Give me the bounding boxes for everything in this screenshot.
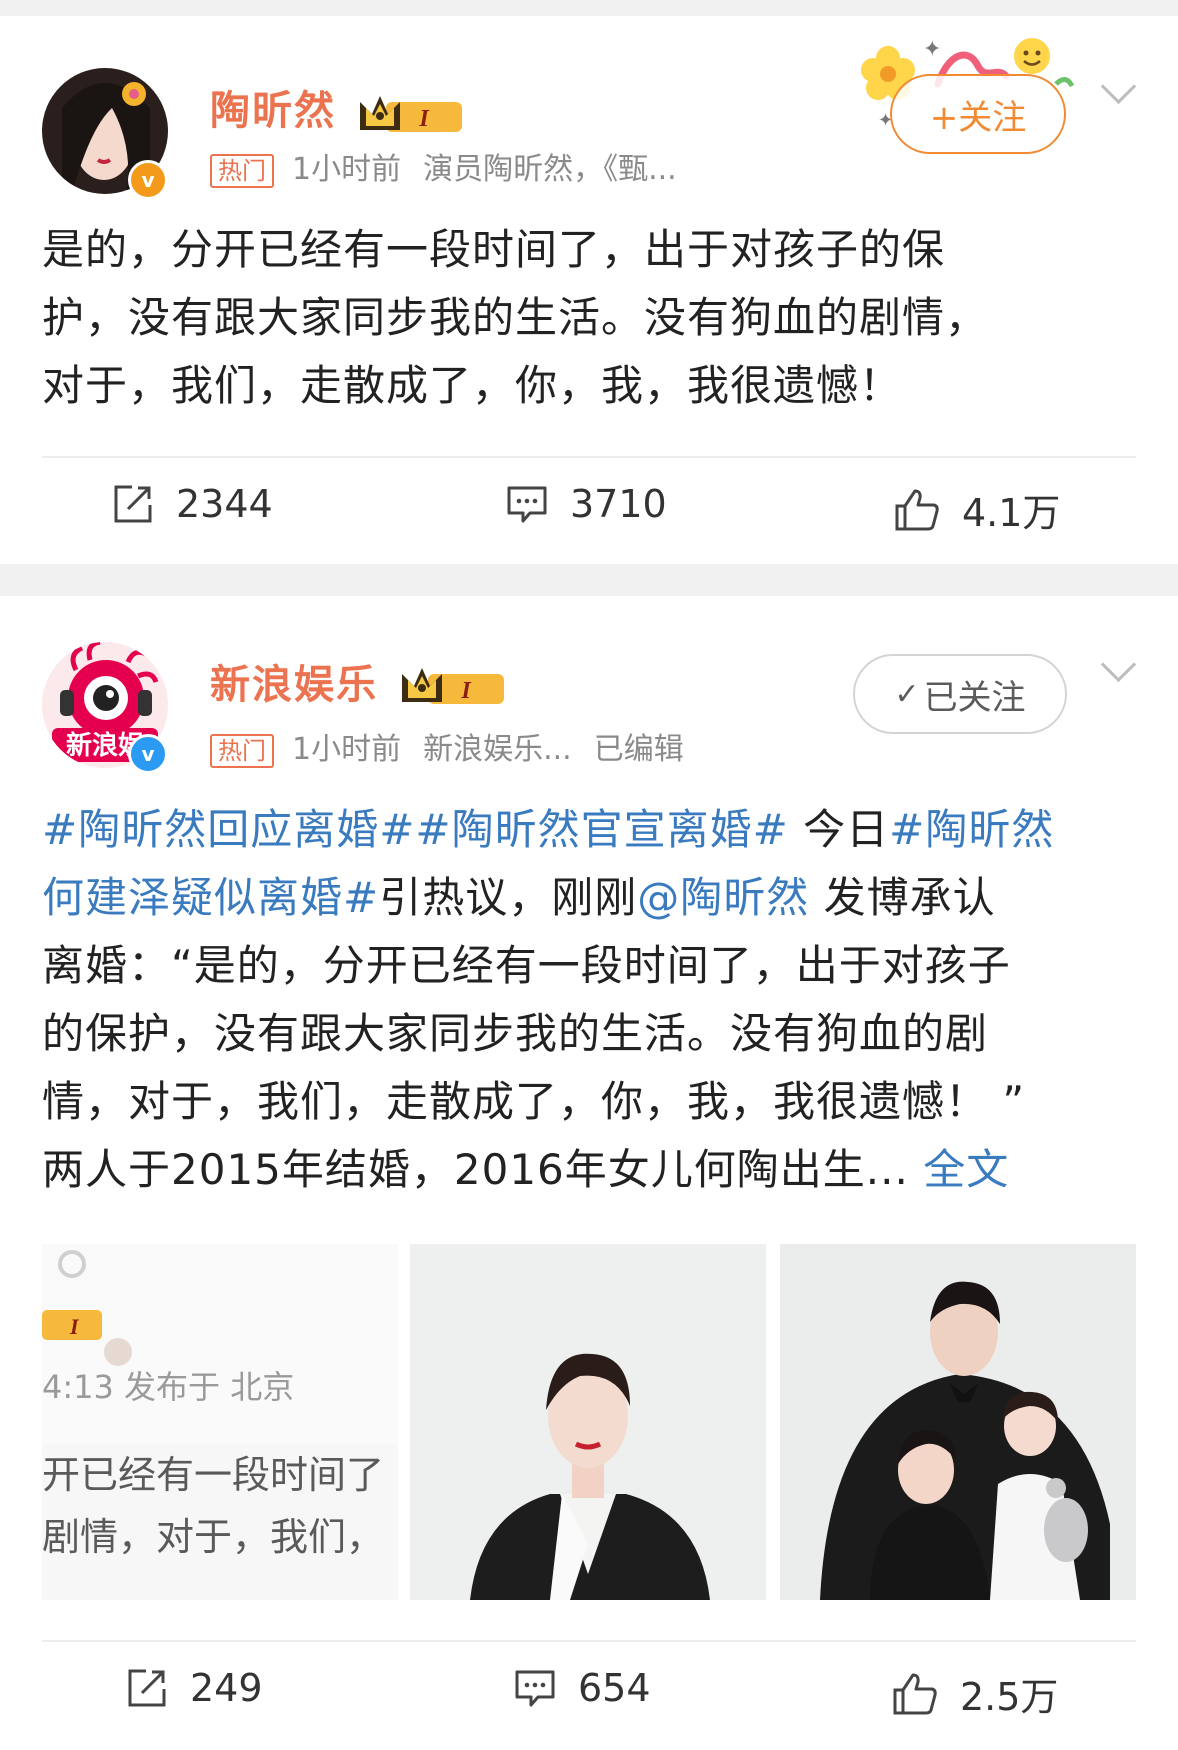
- text-line: 是的，分开已经有一段时间了，出于对孩子的保: [42, 225, 946, 274]
- comment-icon: [515, 1670, 555, 1707]
- follow-button[interactable]: +关注: [890, 74, 1066, 154]
- text-segment: 引热议，刚刚: [379, 873, 638, 922]
- svg-text:✦: ✦: [923, 37, 941, 62]
- like-count: 4.1万: [962, 491, 1061, 535]
- repost-icon: [128, 1669, 166, 1707]
- thumb-time-text: 4:13 发布于 北京: [42, 1368, 295, 1406]
- repost-count: 249: [190, 1666, 263, 1710]
- edited-label: 已编辑: [593, 732, 684, 767]
- thumb-text-line: 开已经有一段时间了: [42, 1453, 385, 1497]
- image-thumbnail-screenshot[interactable]: I 4:13 发布于 北京 开已经有一段时间了 剧情，对于，我们，: [42, 1244, 398, 1600]
- svg-text:I: I: [460, 678, 472, 704]
- hot-badge: 热门: [210, 153, 274, 188]
- full-text-link[interactable]: 全文: [923, 1145, 1009, 1194]
- like-button[interactable]: 2.5万: [892, 1666, 1058, 1721]
- author-name[interactable]: 陶昕然: [210, 78, 336, 136]
- repost-button[interactable]: 2344: [112, 482, 273, 526]
- image-thumbnail-portrait[interactable]: [410, 1244, 766, 1600]
- svg-text:I: I: [418, 106, 430, 132]
- text-line: 对于，我们，走散成了，你，我，我很遗憾！: [42, 361, 903, 410]
- chevron-down-icon[interactable]: [1100, 68, 1137, 105]
- comment-count: 3710: [570, 482, 667, 526]
- divider: [42, 1640, 1136, 1642]
- mention-link[interactable]: @陶昕然: [637, 873, 809, 922]
- comment-count: 654: [578, 1666, 651, 1710]
- thumbs-up-icon: [893, 1673, 937, 1714]
- topic-link[interactable]: 何建泽疑似离婚#: [42, 873, 379, 922]
- text-segment: 发博承认: [809, 873, 996, 922]
- verified-badge-icon: v: [128, 160, 168, 200]
- post-text: 是的，分开已经有一段时间了，出于对孩子的保 护，没有跟大家同步我的生活。没有狗血…: [42, 216, 1126, 420]
- author-name[interactable]: 新浪娱乐: [210, 652, 378, 710]
- repost-icon: [114, 485, 152, 523]
- text-line: 两人于2015年结婚，2016年女儿何陶出生... 全文: [42, 1136, 1126, 1204]
- comment-icon: [507, 486, 547, 523]
- following-label: 已关注: [923, 677, 1026, 718]
- hot-badge: 热门: [210, 733, 274, 768]
- topic-link[interactable]: #陶昕然回应离婚##陶昕然官宣离婚#: [42, 805, 789, 854]
- repost-count: 2344: [176, 482, 273, 526]
- like-count: 2.5万: [960, 1675, 1059, 1719]
- like-button[interactable]: 4.1万: [894, 482, 1060, 537]
- thumbs-up-icon: [895, 489, 939, 530]
- post-card: ✦ ✦ v 陶昕然 I 热门 1小时前 演员陶昕然，《甄... +关注 是的，分开已…: [0, 16, 1178, 564]
- thumb-text-line: 剧情，对于，我们，: [42, 1515, 385, 1559]
- following-button[interactable]: ✓ 已关注: [853, 654, 1067, 734]
- text-line: 离婚：“是的，分开已经有一段时间了，出于对孩子: [42, 941, 1011, 990]
- comment-button[interactable]: 654: [514, 1666, 651, 1710]
- source-description: 演员陶昕然，《甄...: [423, 152, 677, 187]
- divider: [42, 456, 1136, 458]
- topic-link[interactable]: #陶昕然: [889, 805, 1054, 854]
- post-time: 1小时前: [292, 732, 402, 767]
- verified-badge-icon: v: [128, 734, 168, 774]
- chevron-down-icon[interactable]: [1100, 646, 1137, 683]
- text-segment: 两人于2015年结婚，2016年女儿何陶出生...: [42, 1145, 909, 1194]
- post-card: 新浪娱 v 新浪娱乐 I 热门 1小时前 新浪娱乐... 已编辑 ✓ 已关注 #陶昕然回…: [0, 596, 1178, 1750]
- text-line: 情，对于，我们，走散成了，你，我，我很遗憾！ ”: [42, 1077, 1026, 1126]
- member-crown-icon: I: [402, 668, 504, 704]
- repost-button[interactable]: 249: [126, 1666, 263, 1710]
- post-text: #陶昕然回应离婚##陶昕然官宣离婚# 今日#陶昕然 何建泽疑似离婚#引热议，刚刚…: [42, 796, 1126, 1204]
- post-meta: 热门 1小时前 演员陶昕然，《甄...: [210, 144, 677, 188]
- text-line: #陶昕然回应离婚##陶昕然官宣离婚# 今日#陶昕然: [42, 796, 1126, 864]
- svg-text:I: I: [69, 1314, 80, 1339]
- text-segment: 今日: [788, 805, 890, 854]
- member-crown-icon: I: [360, 96, 462, 132]
- check-icon: ✓: [894, 676, 920, 712]
- post-time: 1小时前: [292, 152, 402, 187]
- text-line: 护，没有跟大家同步我的生活。没有狗血的剧情，: [42, 293, 989, 342]
- comment-button[interactable]: 3710: [506, 482, 667, 526]
- image-thumbnail-family-photo[interactable]: [780, 1244, 1136, 1600]
- text-line: 何建泽疑似离婚#引热议，刚刚@陶昕然 发博承认: [42, 864, 1126, 932]
- source-description: 新浪娱乐...: [423, 732, 572, 767]
- post-meta: 热门 1小时前 新浪娱乐... 已编辑: [210, 724, 684, 768]
- text-line: 的保护，没有跟大家同步我的生活。没有狗血的剧: [42, 1009, 989, 1058]
